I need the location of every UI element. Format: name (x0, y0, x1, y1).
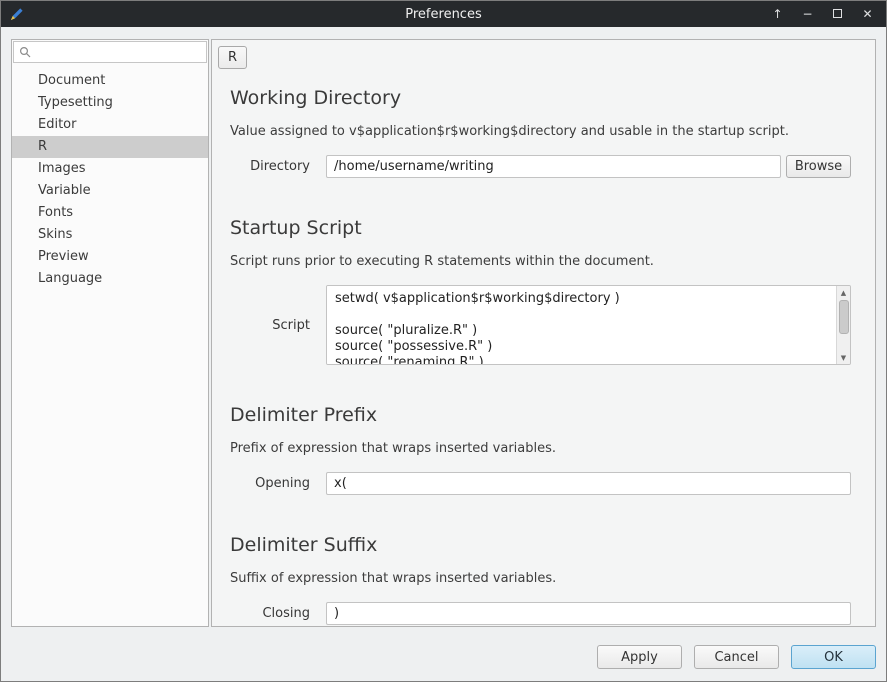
dialog-footer: Apply Cancel OK (597, 645, 876, 669)
sidebar-item-variable[interactable]: Variable (12, 180, 208, 202)
directory-input[interactable] (326, 155, 781, 178)
opening-label: Opening (230, 476, 326, 491)
directory-label: Directory (230, 159, 326, 174)
delimiter-prefix-description: Prefix of expression that wraps inserted… (230, 441, 851, 457)
scroll-up-icon[interactable]: ▲ (837, 286, 850, 299)
titlebar[interactable]: Preferences ↑ − ✕ (1, 1, 886, 27)
search-input[interactable] (35, 45, 205, 60)
dialog-body: Document Typesetting Editor R Images Var… (1, 27, 886, 681)
sidebar-item-images[interactable]: Images (12, 158, 208, 180)
sidebar-item-typesetting[interactable]: Typesetting (12, 92, 208, 114)
apply-button[interactable]: Apply (597, 645, 682, 669)
script-row: Script ▲ ▼ (230, 285, 851, 365)
sidebar: Document Typesetting Editor R Images Var… (11, 39, 209, 627)
app-pencil-icon (9, 7, 24, 22)
working-directory-title: Working Directory (230, 86, 851, 110)
window-title: Preferences (1, 7, 886, 22)
delimiter-suffix-description: Suffix of expression that wraps inserted… (230, 571, 851, 587)
browse-button[interactable]: Browse (786, 155, 851, 178)
settings-panel: R Working Directory Value assigned to v$… (211, 39, 876, 627)
breadcrumb[interactable]: R (218, 46, 247, 69)
search-box[interactable] (13, 41, 207, 63)
window-controls: ↑ − ✕ (771, 8, 874, 20)
script-textarea[interactable] (327, 286, 836, 364)
sidebar-item-fonts[interactable]: Fonts (12, 202, 208, 224)
close-icon[interactable]: ✕ (861, 8, 874, 20)
delimiter-prefix-title: Delimiter Prefix (230, 403, 851, 427)
script-scrollbar[interactable]: ▲ ▼ (836, 286, 850, 364)
sidebar-item-skins[interactable]: Skins (12, 224, 208, 246)
scrollbar-thumb[interactable] (839, 300, 849, 334)
opening-row: Opening (230, 472, 851, 495)
sidebar-item-language[interactable]: Language (12, 268, 208, 290)
startup-script-description: Script runs prior to executing R stateme… (230, 254, 851, 270)
maximize-icon[interactable] (831, 8, 844, 20)
working-directory-description: Value assigned to v$application$r$workin… (230, 124, 851, 140)
search-icon (19, 43, 31, 62)
sidebar-item-preview[interactable]: Preview (12, 246, 208, 268)
cancel-button[interactable]: Cancel (694, 645, 779, 669)
script-editor: ▲ ▼ (326, 285, 851, 365)
sidebar-item-r[interactable]: R (12, 136, 208, 158)
preferences-window: Preferences ↑ − ✕ Document Typesett (0, 0, 887, 682)
ok-button[interactable]: OK (791, 645, 876, 669)
scroll-down-icon[interactable]: ▼ (837, 351, 850, 364)
delimiter-suffix-title: Delimiter Suffix (230, 533, 851, 557)
minimize-icon[interactable]: − (801, 8, 814, 20)
sidebar-item-editor[interactable]: Editor (12, 114, 208, 136)
opening-input[interactable] (326, 472, 851, 495)
script-label: Script (230, 318, 326, 333)
settings-nav: Document Typesetting Editor R Images Var… (12, 70, 208, 290)
closing-label: Closing (230, 606, 326, 621)
sidebar-item-document[interactable]: Document (12, 70, 208, 92)
directory-row: Directory Browse (230, 155, 851, 178)
pin-icon[interactable]: ↑ (771, 8, 784, 20)
closing-row: Closing (230, 602, 851, 625)
closing-input[interactable] (326, 602, 851, 625)
startup-script-title: Startup Script (230, 216, 851, 240)
settings-sections: Working Directory Value assigned to v$ap… (212, 40, 875, 625)
